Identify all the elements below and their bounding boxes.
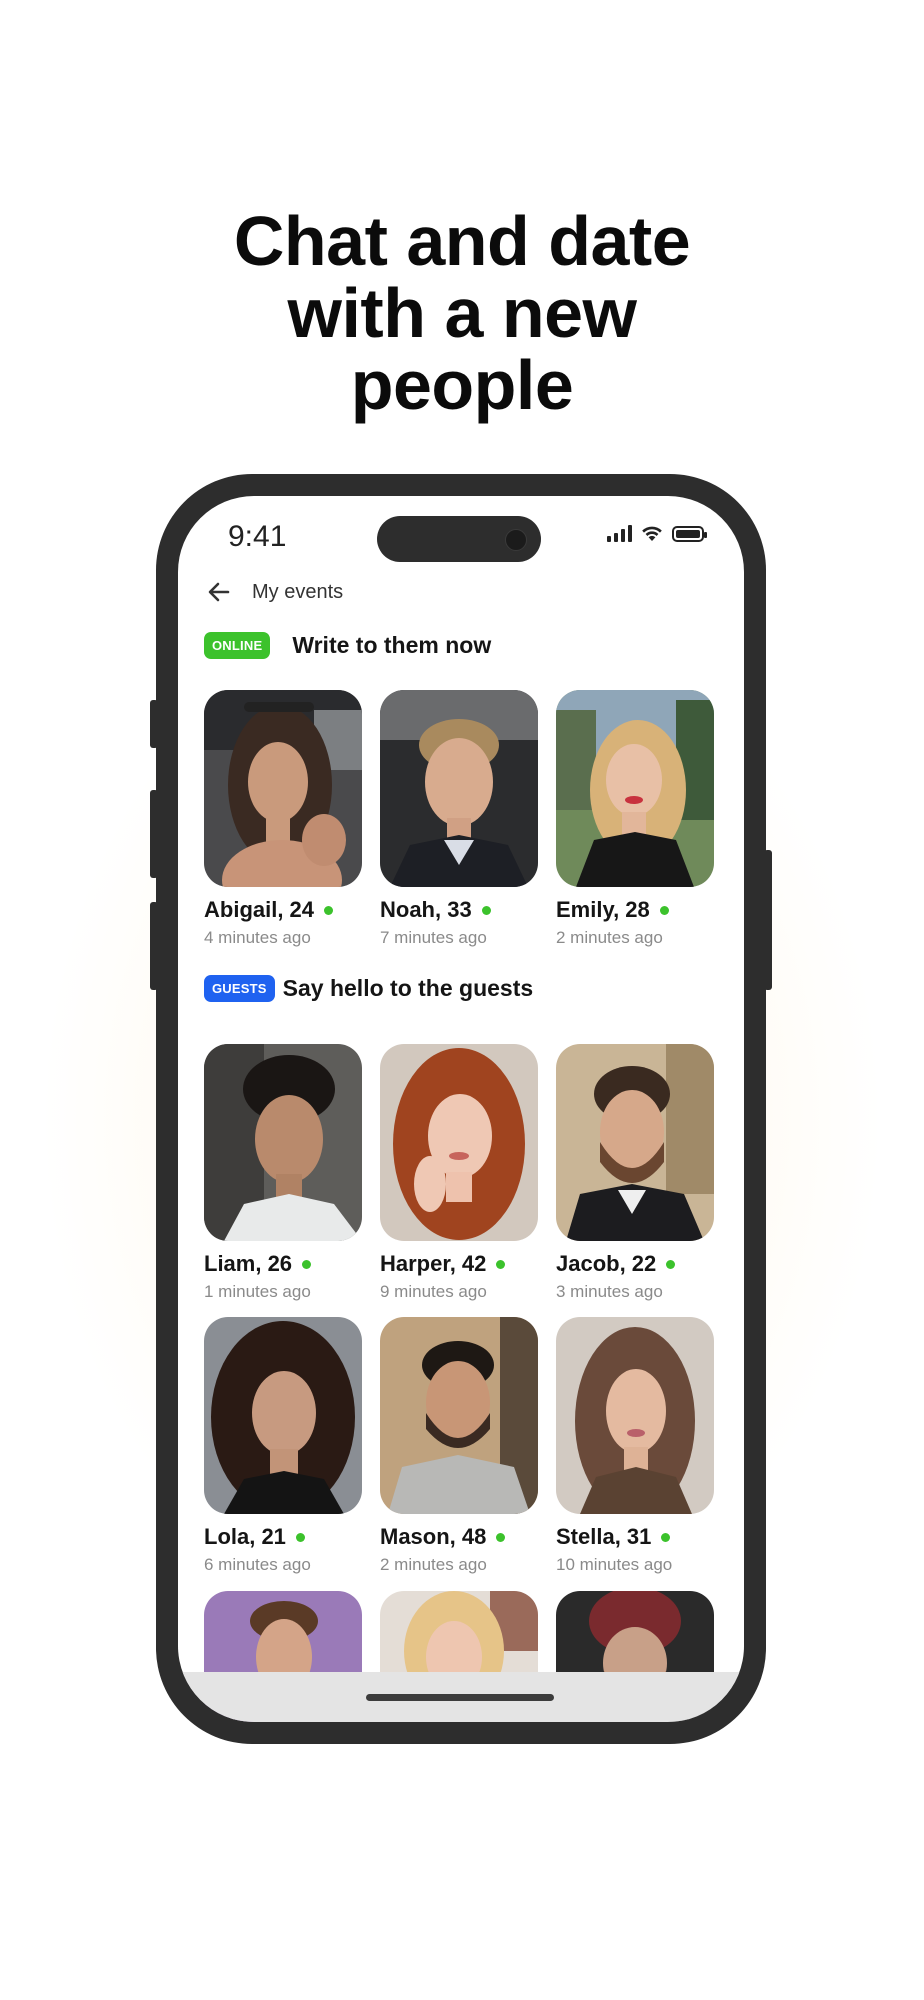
- profile-card[interactable]: Emily, 28 2 minutes ago: [556, 690, 714, 948]
- online-dot: [496, 1259, 506, 1269]
- status-icons: [607, 524, 707, 542]
- battery-icon: [672, 526, 707, 542]
- phone-frame: 9:41 My events ONLINE Write to them now: [156, 474, 766, 1744]
- profile-photo[interactable]: [380, 1317, 538, 1514]
- profile-name: Mason, 48: [380, 1524, 487, 1549]
- profile-card[interactable]: Lola, 21 6 minutes ago: [204, 1317, 362, 1575]
- nav-bar: My events: [202, 572, 343, 612]
- last-seen: 9 minutes ago: [380, 1282, 487, 1301]
- last-seen: 3 minutes ago: [556, 1282, 663, 1301]
- section-title: Write to them now: [292, 632, 492, 658]
- online-dot: [324, 905, 334, 915]
- profile-card[interactable]: Jacob, 22 3 minutes ago: [556, 1044, 714, 1302]
- profile-photo[interactable]: [380, 1044, 538, 1241]
- section-header-guests: GUESTS Say hello to the guests: [204, 975, 533, 1002]
- signal-icon: [607, 524, 632, 542]
- profile-name: Harper, 42: [380, 1251, 487, 1276]
- home-indicator[interactable]: [366, 1694, 554, 1701]
- online-dot: [481, 905, 491, 915]
- page-title: My events: [252, 580, 344, 603]
- last-seen: 10 minutes ago: [556, 1555, 673, 1574]
- online-dot: [496, 1532, 506, 1542]
- last-seen: 4 minutes ago: [204, 928, 311, 947]
- profile-photo[interactable]: [204, 1317, 362, 1514]
- last-seen: 1 minutes ago: [204, 1282, 311, 1301]
- profile-card[interactable]: Mason, 48 2 minutes ago: [380, 1317, 538, 1575]
- online-dot: [661, 1532, 671, 1542]
- profile-photo[interactable]: [556, 1044, 714, 1241]
- last-seen: 2 minutes ago: [556, 928, 663, 947]
- online-dot: [666, 1259, 676, 1269]
- profile-photo[interactable]: [380, 690, 538, 887]
- profile-name: Stella, 31: [556, 1524, 652, 1549]
- last-seen: 7 minutes ago: [380, 928, 487, 947]
- status-time: 9:41: [228, 520, 287, 553]
- online-dot: [295, 1532, 305, 1542]
- profile-name: Jacob, 22: [556, 1251, 657, 1276]
- profile-card[interactable]: Harper, 42 9 minutes ago: [380, 1044, 538, 1302]
- wifi-icon: [642, 526, 662, 541]
- guests-badge: GUESTS: [204, 975, 275, 1002]
- section-title: Say hello to the guests: [282, 975, 534, 1001]
- profile-name: Liam, 26: [204, 1251, 293, 1276]
- headline-line: Chat and date: [233, 202, 691, 280]
- last-seen: 6 minutes ago: [204, 1555, 311, 1574]
- camera-icon: [505, 529, 527, 551]
- phone-screen: 9:41 My events ONLINE Write to them now: [178, 496, 744, 1722]
- profile-card[interactable]: Stella, 31 10 minutes ago: [556, 1317, 714, 1575]
- last-seen: 2 minutes ago: [380, 1555, 487, 1574]
- profile-photo[interactable]: [204, 1044, 362, 1241]
- headline-line: people: [350, 346, 574, 424]
- section-header-online: ONLINE Write to them now: [204, 632, 491, 659]
- online-badge: ONLINE: [204, 632, 271, 659]
- headline-line: with a new: [287, 274, 637, 352]
- profile-card[interactable]: Abigail, 24 4 minutes ago: [204, 690, 362, 948]
- profile-card[interactable]: Liam, 26 1 minutes ago: [204, 1044, 362, 1302]
- profile-name: Noah, 33: [380, 897, 472, 922]
- headline: Chat and date with a new people: [0, 205, 924, 421]
- dynamic-island: [377, 516, 541, 562]
- profile-name: Emily, 28: [556, 897, 650, 922]
- profile-photo[interactable]: [556, 690, 714, 887]
- profile-card[interactable]: Noah, 33 7 minutes ago: [380, 690, 538, 948]
- online-dot: [302, 1259, 312, 1269]
- profile-photo[interactable]: [556, 1317, 714, 1514]
- profile-name: Lola, 21: [204, 1524, 286, 1549]
- profile-name: Abigail, 24: [204, 897, 315, 922]
- online-dot: [659, 905, 669, 915]
- arrow-left-icon[interactable]: [202, 575, 236, 609]
- profile-photo[interactable]: [204, 690, 362, 887]
